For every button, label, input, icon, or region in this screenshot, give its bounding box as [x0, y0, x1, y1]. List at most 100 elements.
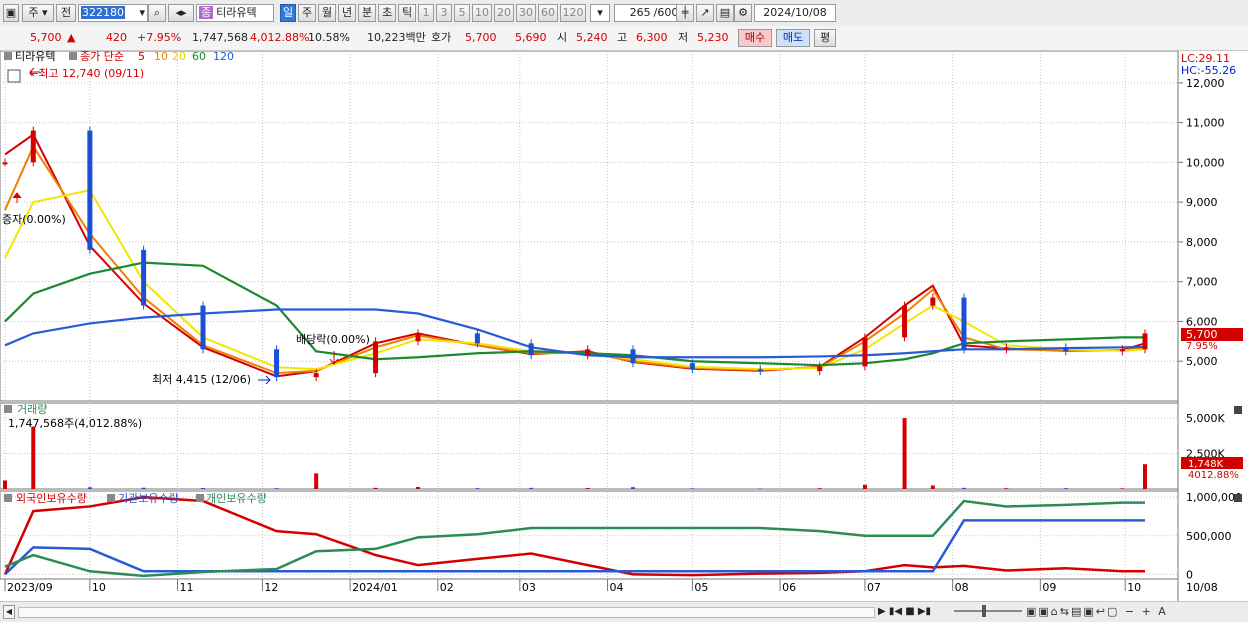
- candle-body: [961, 297, 967, 350]
- stock-name-field[interactable]: 종 티라유텍: [196, 4, 274, 22]
- close-holding-pane-icon[interactable]: [1234, 494, 1242, 502]
- candle-body: [200, 305, 206, 350]
- volume-bar: [930, 485, 935, 489]
- interval-10[interactable]: 10: [472, 4, 492, 22]
- date-tick-label: 11: [180, 581, 194, 594]
- date-tick-label: 03: [522, 581, 536, 594]
- zoom-slider-handle[interactable]: [982, 605, 986, 617]
- volume-bar: [314, 473, 319, 489]
- search-icon[interactable]: ⌕: [148, 4, 166, 22]
- price-change-pct: +7.95%: [137, 31, 182, 44]
- count-value: 265: [629, 6, 651, 19]
- chart-area[interactable]: 5,000 6,000 7,000 8,000 9,000 10,000 11,000 12,…: [0, 51, 1248, 601]
- max-price-note: ←최고 12,740 (09/11): [29, 67, 144, 80]
- zoom-slider[interactable]: [954, 610, 1022, 612]
- current-price: 5,700: [30, 31, 62, 44]
- chevron-down-icon[interactable]: ▾: [139, 5, 147, 21]
- legend-ma120: 120: [213, 51, 234, 63]
- candle-body: [1063, 347, 1069, 352]
- interval-5[interactable]: 5: [454, 4, 470, 22]
- volume-bar: [862, 484, 867, 489]
- market-select[interactable]: 주 ▾: [22, 4, 54, 22]
- candle-body: [689, 363, 695, 370]
- stock-badge: 종: [199, 6, 214, 19]
- indicator-icon[interactable]: ↗: [696, 4, 714, 22]
- interval-3[interactable]: 3: [436, 4, 452, 22]
- legend-ma-type: 종가 단순: [80, 51, 124, 63]
- candle-body: [757, 369, 763, 372]
- event-ex-dividend: 배당락(0.00%): [296, 333, 370, 346]
- last-price-pct: 7.95%: [1186, 341, 1218, 352]
- gear-icon[interactable]: ⚙: [734, 4, 752, 22]
- volume-bar: [585, 488, 590, 489]
- scope-button[interactable]: 전: [56, 4, 76, 22]
- interval-30[interactable]: 30: [516, 4, 536, 22]
- period-second-tab[interactable]: 초: [378, 4, 396, 22]
- date-input[interactable]: 2024/10/08: [754, 4, 836, 22]
- scroll-track[interactable]: [18, 607, 875, 618]
- price-tick-label: 10,000: [1186, 156, 1225, 169]
- price-tick-label: 9,000: [1186, 196, 1218, 209]
- open-price: 5,240: [576, 31, 608, 44]
- candle-body: [87, 130, 93, 250]
- candle-body: [373, 341, 379, 374]
- date-tick-label: 02: [440, 581, 454, 594]
- volume-bar: [1004, 488, 1009, 489]
- date-tick-label: 2024/01: [352, 581, 398, 594]
- stock-name: 티라유텍: [216, 6, 257, 19]
- save-icon[interactable]: ▤: [716, 4, 734, 22]
- window-menu-icon[interactable]: ▣: [3, 4, 19, 22]
- volume-bar: [274, 488, 279, 489]
- candle-type-icon[interactable]: ╪: [676, 4, 694, 22]
- period-month-tab[interactable]: 월: [318, 4, 336, 22]
- speaker-icon[interactable]: ◂▸: [168, 4, 194, 22]
- chart-tool-icons[interactable]: ▣▣⌂⇆▤▣↩▢ − + A: [1026, 604, 1241, 619]
- foreign-legend-icon: [4, 494, 12, 502]
- buy-button[interactable]: 매수: [738, 29, 772, 47]
- volume-value-note: 1,747,568주(4,012.88%): [8, 417, 142, 430]
- calculator-icon[interactable]: [7, 69, 21, 83]
- interval-60[interactable]: 60: [538, 4, 558, 22]
- price-tick-label: 7,000: [1186, 276, 1218, 289]
- low-price: 5,230: [697, 31, 729, 44]
- volume-last-value: 1,748K: [1188, 459, 1224, 470]
- legend-ma10: 10: [154, 51, 168, 63]
- volume-bar: [475, 488, 480, 489]
- stock-code-input[interactable]: 322180 ▾: [78, 4, 148, 22]
- top-toolbar: ▣ 주 ▾ 전 322180 ▾ ⌕ ◂▸ 종 티라유텍 일 주 월 년 분 초 틱…: [0, 0, 1248, 27]
- period-tick-tab[interactable]: 틱: [398, 4, 416, 22]
- evaluate-button[interactable]: 평: [814, 29, 836, 47]
- legend-stock-name: 티라유텍: [15, 51, 55, 63]
- period-year-tab[interactable]: 년: [338, 4, 356, 22]
- date-tick-label: 12: [264, 581, 278, 594]
- candle-body: [415, 333, 421, 342]
- sell-button[interactable]: 매도: [776, 29, 810, 47]
- legend-square-icon-2: [69, 52, 77, 60]
- candle-body: [30, 130, 36, 163]
- volume-legend-icon: [4, 405, 12, 413]
- period-minute-tab[interactable]: 분: [358, 4, 376, 22]
- bottom-scrollbar[interactable]: ◀ ▶ ▮◀ ■ ▶▮ ▣▣⌂⇆▤▣↩▢ − + A: [0, 601, 1248, 622]
- interval-dropdown[interactable]: ▾: [590, 4, 610, 22]
- ask-price: 5,700: [465, 31, 497, 44]
- candle-body: [630, 349, 636, 364]
- volume-ratio: 4,012.88%: [250, 31, 310, 44]
- interval-120[interactable]: 120: [560, 4, 586, 22]
- candle-body: [1003, 347, 1009, 350]
- high-label: 고: [617, 31, 628, 44]
- scroll-left-icon[interactable]: ◀: [3, 605, 15, 619]
- close-volume-pane-icon[interactable]: [1234, 406, 1242, 414]
- volume-bar: [3, 480, 7, 489]
- event-capital-increase: 증자(0.00%): [2, 213, 66, 226]
- volume-bar: [690, 488, 695, 489]
- date-tick-label: 08: [955, 581, 969, 594]
- period-day-tab[interactable]: 일: [280, 4, 296, 22]
- volume-bar: [373, 487, 378, 489]
- candle-body: [862, 337, 868, 367]
- volume-bar: [529, 487, 534, 489]
- price-tick-label: 6,000: [1186, 315, 1218, 328]
- interval-1[interactable]: 1: [418, 4, 434, 22]
- interval-20[interactable]: 20: [494, 4, 514, 22]
- holding-tick-label: 500,000: [1186, 530, 1232, 543]
- period-week-tab[interactable]: 주: [298, 4, 316, 22]
